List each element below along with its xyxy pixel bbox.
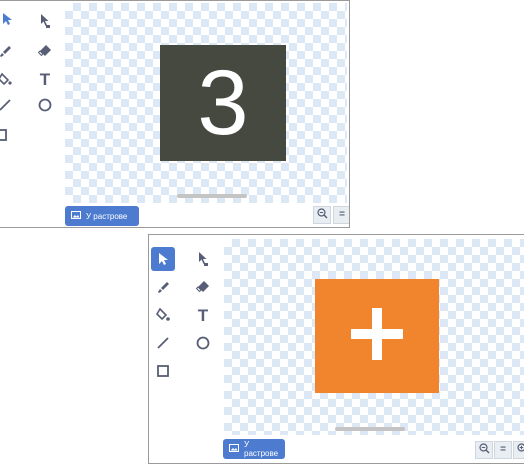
arrow-pointer-icon	[0, 12, 14, 26]
convert-to-bitmap-button[interactable]: У растрове	[223, 439, 285, 459]
text-tool[interactable]: T	[191, 303, 215, 327]
select-tool[interactable]	[151, 247, 175, 271]
zoom-reset-icon: =	[339, 210, 345, 220]
line-tool[interactable]	[0, 93, 17, 117]
eraser-icon	[37, 43, 53, 59]
zoom-in-icon	[517, 441, 524, 459]
costume-plus[interactable]	[315, 279, 439, 393]
zoom-reset-icon: =	[500, 445, 506, 455]
brush-tool[interactable]	[151, 275, 175, 299]
fill-bucket-icon	[155, 307, 171, 323]
fill-bucket-icon	[0, 72, 12, 86]
text-tool[interactable]: T	[33, 67, 57, 91]
plus-icon	[347, 304, 407, 369]
costume-number-3[interactable]: 3	[160, 45, 286, 161]
reshape-pointer-icon	[195, 251, 211, 267]
zoom-out-icon	[317, 206, 328, 224]
horizontal-scrollbar[interactable]	[335, 427, 405, 431]
paint-editor-top: T 3 У растрове =	[0, 0, 350, 228]
fill-tool[interactable]	[0, 67, 17, 91]
fill-tool[interactable]	[151, 303, 175, 327]
eraser-tool[interactable]	[33, 39, 57, 63]
brush-icon	[156, 280, 170, 294]
zoom-reset-button[interactable]: =	[494, 441, 512, 459]
circle-icon	[37, 97, 53, 113]
convert-to-bitmap-button[interactable]: У растрове	[65, 206, 139, 226]
line-icon	[0, 98, 12, 112]
rectangle-tool[interactable]	[0, 123, 13, 147]
brush-icon	[0, 44, 12, 58]
paint-editor-bottom: T У растрове =	[148, 234, 524, 464]
circle-tool[interactable]	[33, 93, 57, 117]
horizontal-scrollbar[interactable]	[177, 194, 247, 198]
text-icon: T	[198, 307, 208, 324]
costume-number-text: 3	[197, 57, 248, 149]
reshape-tool[interactable]	[191, 247, 215, 271]
zoom-out-button[interactable]	[313, 206, 331, 224]
rectangle-icon	[155, 363, 171, 379]
reshape-pointer-icon	[37, 13, 53, 29]
line-tool[interactable]	[151, 331, 175, 355]
reshape-tool[interactable]	[33, 9, 57, 33]
image-icon	[71, 211, 81, 221]
line-icon	[155, 335, 171, 351]
rectangle-icon	[0, 128, 8, 142]
image-icon	[229, 444, 239, 454]
zoom-reset-button[interactable]: =	[333, 206, 350, 224]
brush-tool[interactable]	[0, 39, 17, 63]
zoom-in-button[interactable]	[513, 441, 524, 459]
eraser-tool[interactable]	[191, 275, 215, 299]
eraser-icon	[195, 279, 211, 295]
circle-tool[interactable]	[191, 331, 215, 355]
zoom-out-icon	[479, 441, 490, 459]
select-tool[interactable]	[0, 7, 19, 31]
circle-icon	[195, 335, 211, 351]
text-icon: T	[40, 71, 50, 88]
convert-to-bitmap-label: У растрове	[244, 440, 279, 458]
arrow-pointer-icon	[156, 252, 170, 266]
convert-to-bitmap-label: У растрове	[86, 212, 127, 221]
rectangle-tool[interactable]	[151, 359, 175, 383]
zoom-out-button[interactable]	[475, 441, 493, 459]
